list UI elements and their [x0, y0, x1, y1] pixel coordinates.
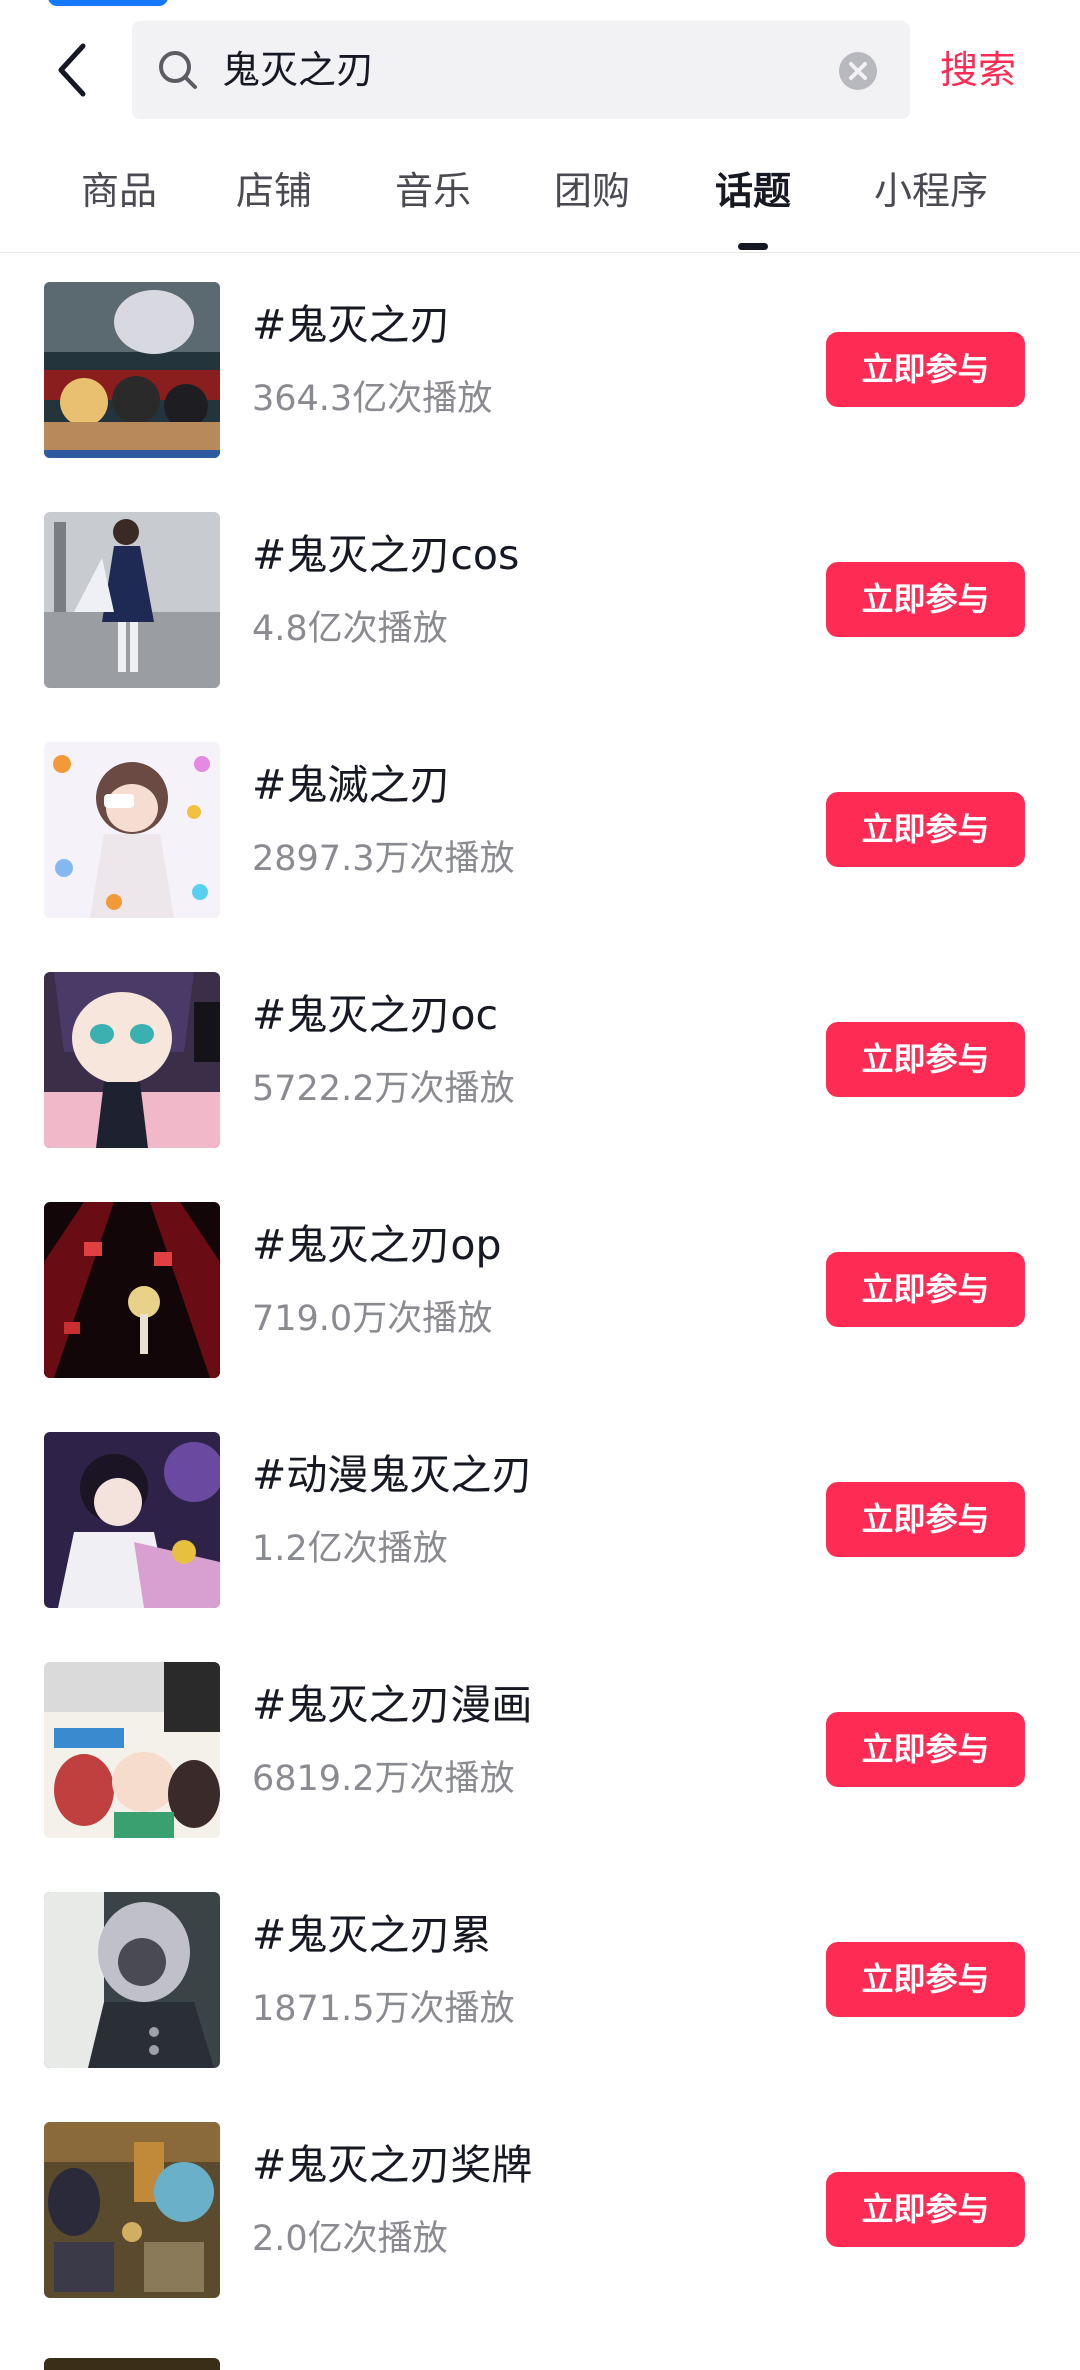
chevron-left-icon	[58, 43, 86, 97]
join-topic-button[interactable]: 立即参与	[826, 2172, 1025, 2247]
back-button[interactable]	[40, 32, 106, 108]
search-header: 鬼灭之刃 搜索	[0, 20, 1080, 120]
topic-title: #动漫鬼灭之刃	[252, 1451, 533, 1499]
topic-thumbnail	[44, 1662, 220, 1838]
topic-row[interactable]: #鬼灭之刃奖牌 2.0亿次播放 立即参与	[0, 2093, 1080, 2323]
join-topic-button[interactable]: 立即参与	[826, 1712, 1025, 1787]
topic-thumbnail	[44, 512, 220, 688]
join-topic-button[interactable]: 立即参与	[826, 1022, 1025, 1097]
tab-mini-programs[interactable]: 小程序	[866, 150, 996, 232]
tab-topics[interactable]: 话题	[708, 150, 798, 232]
topic-title: #鬼灭之刃oc	[252, 991, 498, 1039]
topic-title: #鬼灭之刃	[252, 301, 451, 349]
topic-title: #鬼滅之刃	[252, 761, 451, 809]
active-tab-indicator	[738, 243, 768, 250]
topic-search-page: 鬼灭之刃 搜索 商品 店铺 音乐 团购 话题 小程序 #鬼灭之刃 364.3亿次…	[0, 0, 1080, 2370]
topic-thumbnail	[44, 742, 220, 918]
topic-row[interactable]: #鬼灭之刃漫画 6819.2万次播放 立即参与	[0, 1633, 1080, 1863]
clear-icon[interactable]	[838, 51, 878, 91]
tab-stores[interactable]: 店铺	[229, 150, 319, 232]
topic-view-count: 719.0万次播放	[252, 1299, 493, 1339]
topic-thumbnail	[44, 1432, 220, 1608]
topic-thumbnail	[44, 282, 220, 458]
topic-title: #鬼灭之刃cos	[252, 531, 520, 579]
top-pill-indicator	[48, 0, 168, 6]
topic-row[interactable]: #鬼灭之刃op 719.0万次播放 立即参与	[0, 1173, 1080, 1403]
search-icon	[159, 51, 197, 89]
topic-thumbnail	[44, 1202, 220, 1378]
join-topic-button[interactable]: 立即参与	[826, 1482, 1025, 1557]
topic-title: #鬼灭之刃漫画	[252, 1681, 533, 1729]
topic-view-count: 1871.5万次播放	[252, 1989, 515, 2029]
topic-row[interactable]: #动漫鬼灭之刃 1.2亿次播放 立即参与	[0, 1403, 1080, 1633]
topic-view-count: 2897.3万次播放	[252, 839, 515, 879]
topic-thumbnail	[44, 1892, 220, 2068]
join-topic-button[interactable]: 立即参与	[826, 562, 1025, 637]
search-query-text: 鬼灭之刃	[222, 48, 375, 92]
search-input[interactable]: 鬼灭之刃	[132, 21, 910, 119]
topic-title: #鬼灭之刃奖牌	[252, 2141, 533, 2189]
tab-group-buy[interactable]: 团购	[547, 150, 637, 232]
topic-row[interactable]: #鬼灭之刃cos 4.8亿次播放 立即参与	[0, 483, 1080, 713]
topic-view-count: 1.2亿次播放	[252, 1529, 448, 1569]
tab-music[interactable]: 音乐	[388, 150, 478, 232]
join-topic-button[interactable]: 立即参与	[826, 1942, 1025, 2017]
topic-row[interactable]: #鬼滅之刃 2897.3万次播放 立即参与	[0, 713, 1080, 943]
topic-view-count: 364.3亿次播放	[252, 379, 493, 419]
topic-thumbnail	[44, 2122, 220, 2298]
tab-products[interactable]: 商品	[74, 150, 164, 232]
topic-view-count: 4.8亿次播放	[252, 609, 448, 649]
topic-row[interactable]: #鬼灭之刃 364.3亿次播放 立即参与	[0, 253, 1080, 483]
topic-thumbnail	[44, 972, 220, 1148]
topic-view-count: 6819.2万次播放	[252, 1759, 515, 1799]
topic-row[interactable]: #鬼灭之刃oc 5722.2万次播放 立即参与	[0, 943, 1080, 1173]
topic-view-count: 2.0亿次播放	[252, 2219, 448, 2259]
topic-title: #鬼灭之刃累	[252, 1911, 492, 1959]
search-button[interactable]: 搜索	[940, 20, 1016, 120]
topic-title: #鬼灭之刃op	[252, 1221, 502, 1269]
join-topic-button[interactable]: 立即参与	[826, 332, 1025, 407]
next-topic-thumbnail-peek	[44, 2358, 220, 2370]
join-topic-button[interactable]: 立即参与	[826, 792, 1025, 867]
join-topic-button[interactable]: 立即参与	[826, 1252, 1025, 1327]
topic-view-count: 5722.2万次播放	[252, 1069, 515, 1109]
topic-row[interactable]: #鬼灭之刃累 1871.5万次播放 立即参与	[0, 1863, 1080, 2093]
category-tabs: 商品 店铺 音乐 团购 话题 小程序	[0, 150, 1080, 253]
